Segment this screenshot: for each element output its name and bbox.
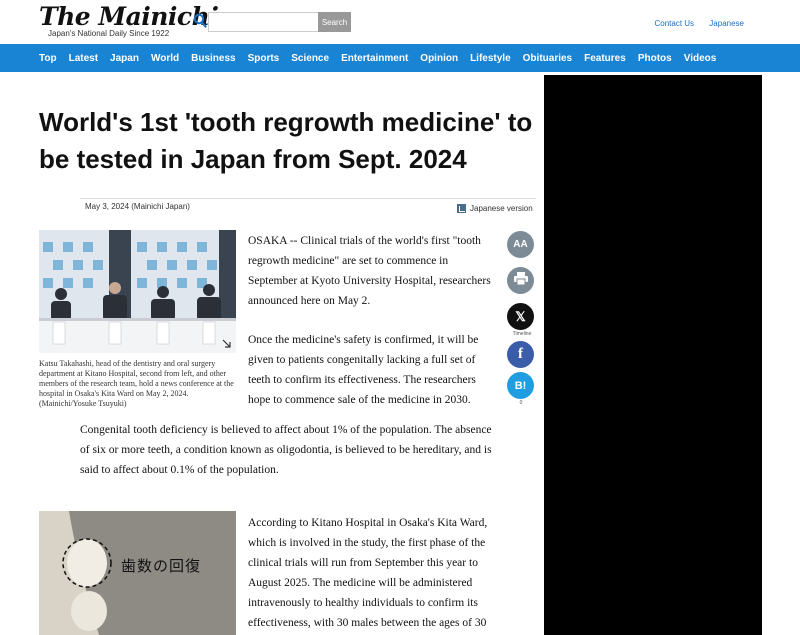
facebook-icon: f bbox=[518, 346, 523, 362]
hatena-bookmark-button[interactable]: B! bbox=[507, 372, 534, 399]
nav-opinion[interactable]: Opinion bbox=[420, 53, 458, 64]
font-size-icon: AA bbox=[513, 239, 528, 250]
search-button[interactable]: Search bbox=[318, 12, 351, 32]
meta-divider bbox=[80, 198, 536, 199]
search-icon bbox=[193, 13, 209, 31]
x-share-button[interactable]: 𝕏 bbox=[507, 303, 534, 330]
nav-obituaries[interactable]: Obituaries bbox=[523, 53, 572, 64]
printer-icon bbox=[513, 271, 528, 290]
japanese-version-link[interactable]: Japanese version bbox=[457, 204, 533, 213]
nav-videos[interactable]: Videos bbox=[684, 53, 717, 64]
search-input[interactable] bbox=[208, 12, 326, 32]
x-timeline-label: Timeline bbox=[512, 331, 532, 337]
tooth-regrowth-photo[interactable]: 歯数の回復 bbox=[39, 511, 236, 635]
nav-entertainment[interactable]: Entertainment bbox=[341, 53, 408, 64]
nav-latest[interactable]: Latest bbox=[69, 53, 98, 64]
main-nav: Top Latest Japan World Business Sports S… bbox=[0, 44, 800, 72]
japanese-link[interactable]: Japanese bbox=[709, 19, 744, 28]
nav-business[interactable]: Business bbox=[191, 53, 235, 64]
photo2-overlay-text: 歯数の回復 bbox=[121, 557, 202, 575]
external-link-icon bbox=[457, 204, 466, 213]
nav-top[interactable]: Top bbox=[39, 53, 57, 64]
article-paragraph-3: Congenital tooth deficiency is believed … bbox=[80, 424, 492, 476]
nav-sports[interactable]: Sports bbox=[248, 53, 280, 64]
article-paragraph-4: According to Kitano Hospital in Osaka's … bbox=[248, 517, 488, 629]
hatena-bookmark-count: 0 bbox=[519, 400, 523, 406]
top-links: Contact Us Japanese bbox=[641, 19, 744, 28]
facebook-share-button[interactable]: f bbox=[507, 341, 534, 368]
nav-photos[interactable]: Photos bbox=[638, 53, 672, 64]
site-tagline: Japan's National Daily Since 1922 bbox=[48, 29, 170, 38]
ad-panel bbox=[544, 75, 762, 635]
hatena-bookmark-icon: B! bbox=[514, 379, 527, 392]
nav-world[interactable]: World bbox=[151, 53, 179, 64]
nav-japan[interactable]: Japan bbox=[110, 53, 139, 64]
article-paragraph-2: Once the medicine's safety is confirmed,… bbox=[248, 334, 479, 406]
article-paragraph-1: OSAKA -- Clinical trials of the world's … bbox=[248, 235, 491, 307]
press-conference-photo[interactable] bbox=[39, 230, 236, 353]
font-size-button[interactable]: AA bbox=[507, 231, 534, 258]
photo1-caption: Katsu Takahashi, head of the dentistry a… bbox=[39, 359, 234, 408]
japanese-version-label: Japanese version bbox=[470, 204, 533, 213]
x-logo-icon: 𝕏 bbox=[515, 308, 526, 324]
article-dateline: May 3, 2024 (Mainichi Japan) bbox=[85, 202, 190, 211]
nav-science[interactable]: Science bbox=[291, 53, 329, 64]
nav-features[interactable]: Features bbox=[584, 53, 626, 64]
nav-lifestyle[interactable]: Lifestyle bbox=[470, 53, 511, 64]
print-button[interactable] bbox=[507, 267, 534, 294]
site-logo[interactable]: The Mainichi bbox=[39, 2, 219, 31]
article-headline: World's 1st 'tooth regrowth medicine' to… bbox=[39, 107, 533, 174]
contact-us-link[interactable]: Contact Us bbox=[654, 19, 694, 28]
site-header: The Mainichi Japan's National Daily Sinc… bbox=[0, 0, 800, 44]
